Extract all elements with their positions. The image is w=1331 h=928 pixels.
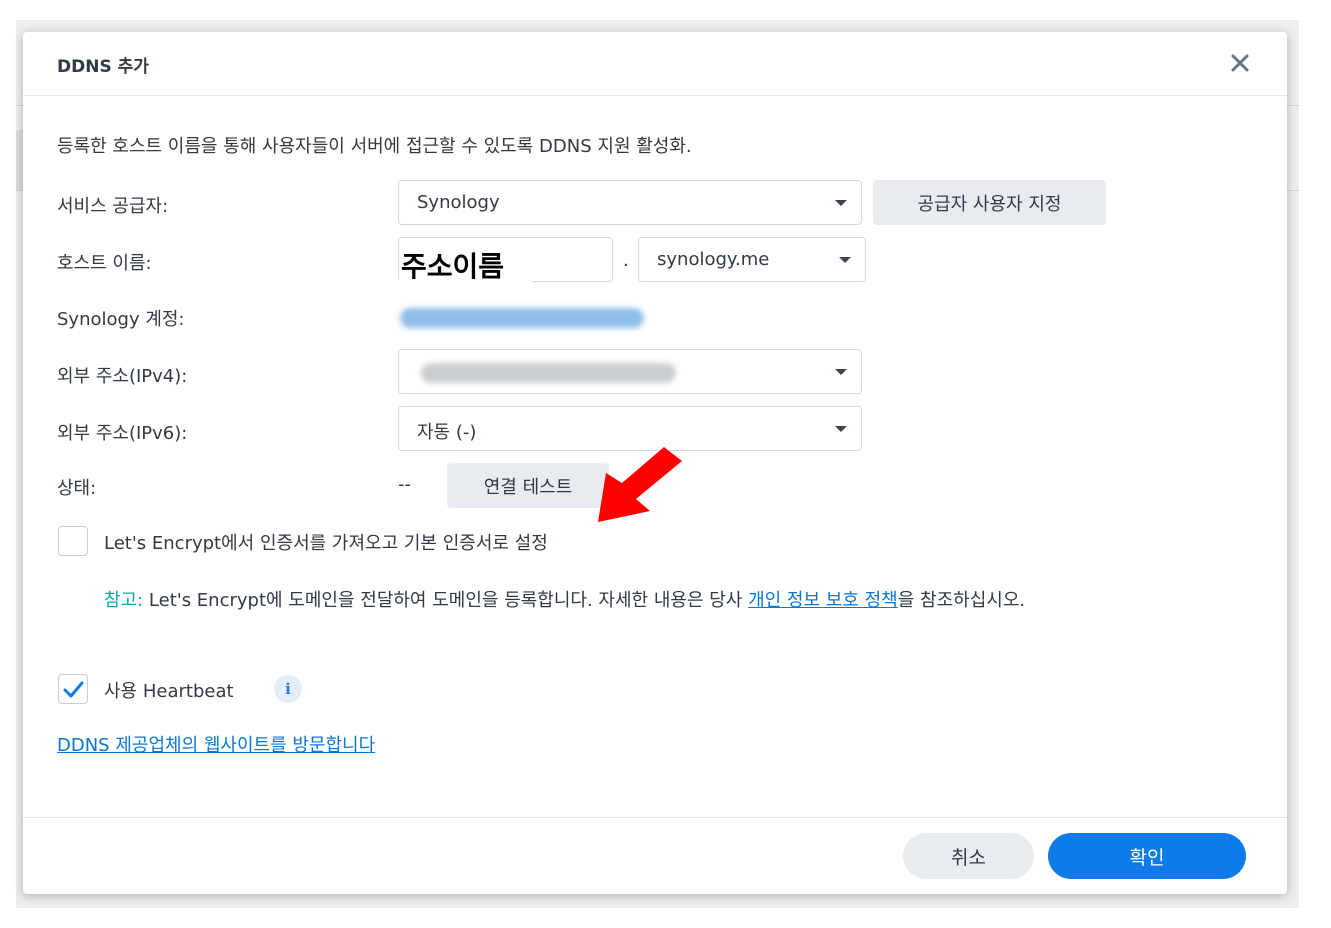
chevron-down-icon (835, 369, 847, 375)
chevron-down-icon (839, 257, 851, 263)
cancel-button[interactable]: 취소 (903, 833, 1034, 879)
checkmark-icon (63, 681, 84, 698)
close-icon (1231, 54, 1249, 72)
hostname-value: 주소이름 (399, 245, 533, 285)
status-value: -- (398, 474, 411, 495)
note-text-before: Let's Encrypt에 도메인을 전달하여 도메인을 등록합니다. 자세한… (143, 590, 749, 611)
hostname-separator: . (623, 250, 629, 271)
ipv4-select[interactable] (398, 349, 862, 394)
letsencrypt-checkbox[interactable] (58, 526, 88, 556)
note-text-after: 을 참조하십시오. (897, 590, 1026, 611)
dialog-header: DDNS 추가 (23, 32, 1287, 96)
close-button[interactable] (1227, 50, 1253, 76)
heartbeat-label: 사용 Heartbeat (104, 681, 234, 702)
domain-value: synology.me (657, 249, 770, 270)
hostname-label: 호스트 이름: (57, 253, 152, 274)
account-value-blurred (400, 308, 644, 328)
provider-label: 서비스 공급자: (57, 196, 169, 217)
dialog-description: 등록한 호스트 이름을 통해 사용자들이 서버에 접근할 수 있도록 DDNS … (57, 136, 692, 157)
footer-divider (23, 817, 1287, 818)
ipv4-label: 외부 주소(IPv4): (57, 366, 188, 387)
hostname-input[interactable]: 주소이름 (398, 237, 613, 285)
status-label: 상태: (57, 478, 97, 499)
ok-button[interactable]: 확인 (1048, 833, 1246, 879)
provider-value: Synology (417, 192, 500, 213)
privacy-policy-link[interactable]: 개인 정보 보호 정책 (748, 590, 898, 611)
red-arrow-annotation (598, 447, 682, 522)
chevron-down-icon (835, 426, 847, 432)
letsencrypt-note: 참고: Let's Encrypt에 도메인을 전달하여 도메인을 등록합니다.… (104, 584, 1264, 617)
account-label: Synology 계정: (57, 309, 185, 330)
domain-select[interactable]: synology.me (638, 237, 866, 282)
ipv6-select[interactable]: 자동 (-) (398, 406, 862, 451)
custom-provider-button[interactable]: 공급자 사용자 지정 (873, 180, 1106, 225)
chevron-down-icon (835, 200, 847, 206)
letsencrypt-label: Let's Encrypt에서 인증서를 가져오고 기본 인증서로 설정 (104, 533, 548, 554)
provider-select[interactable]: Synology (398, 180, 862, 225)
heartbeat-checkbox[interactable] (58, 674, 88, 704)
visit-provider-website-link[interactable]: DDNS 제공업체의 웹사이트를 방문합니다 (57, 731, 375, 757)
info-icon[interactable]: i (274, 675, 302, 703)
ipv6-label: 외부 주소(IPv6): (57, 423, 188, 444)
connection-test-button[interactable]: 연결 테스트 (447, 463, 609, 508)
add-ddns-dialog: DDNS 추가 등록한 호스트 이름을 통해 사용자들이 서버에 접근할 수 있… (23, 32, 1287, 894)
ipv6-value: 자동 (-) (417, 422, 477, 443)
note-tag: 참고: (104, 590, 144, 611)
dialog-title: DDNS 추가 (57, 57, 149, 77)
ipv4-value-blurred (421, 363, 676, 383)
